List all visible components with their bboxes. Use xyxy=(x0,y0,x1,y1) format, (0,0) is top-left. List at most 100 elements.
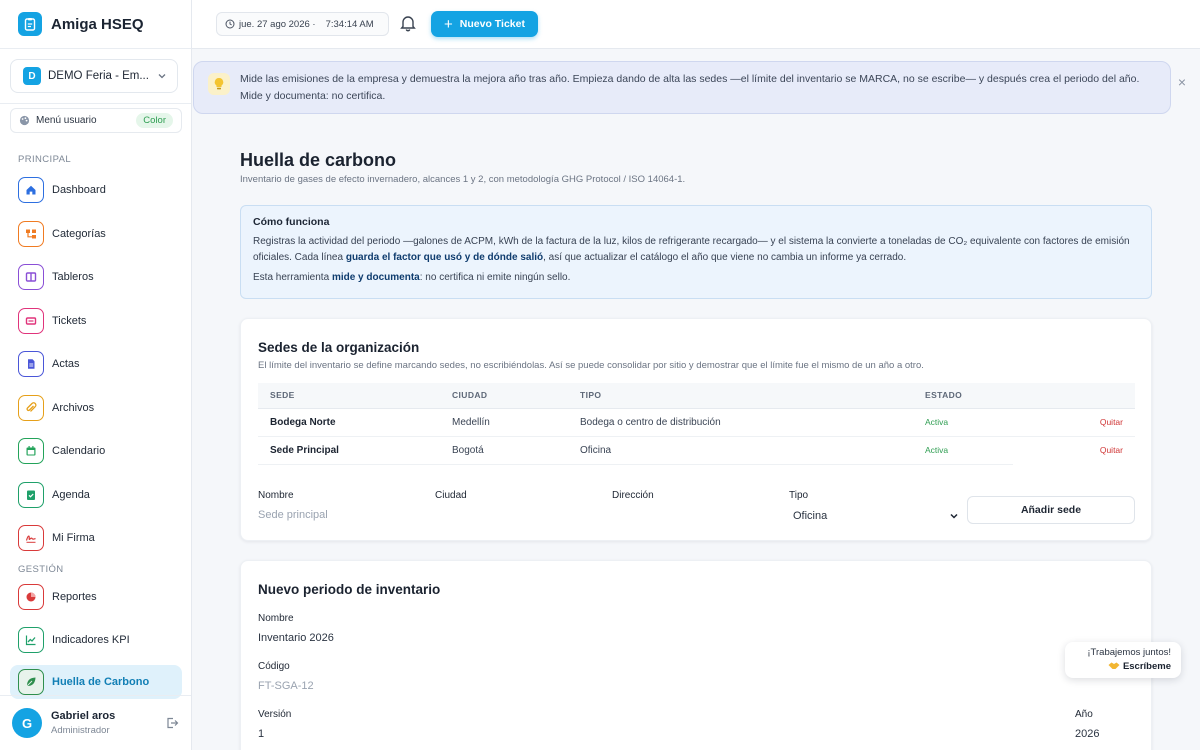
sede-tipo: Oficina xyxy=(568,436,913,465)
user-name: Gabriel aros xyxy=(51,710,116,722)
periodo-nombre-input[interactable]: Inventario 2026 xyxy=(258,632,334,644)
codigo-input[interactable]: FT-SGA-12 xyxy=(258,680,314,692)
sidebar: Amiga HSEQ D DEMO Feria - Em... Menú usu… xyxy=(0,0,192,750)
sidebar-item-actas[interactable]: Actas xyxy=(10,346,182,382)
topbar: jue. 27 ago 2026 · 7:34:14 AM + Nuevo Ti… xyxy=(192,0,1200,49)
page-title: Huella de carbono xyxy=(240,150,397,170)
avatar[interactable]: G xyxy=(12,708,42,738)
sede-ciudad: Bogotá xyxy=(440,436,568,465)
ciudad-input[interactable] xyxy=(435,506,595,524)
section-principal: PRINCIPAL xyxy=(18,154,72,165)
sidebar-item-categorias[interactable]: Categorías xyxy=(10,216,182,252)
sidebar-item-reportes[interactable]: Reportes xyxy=(10,579,182,615)
line-chart-icon xyxy=(18,627,44,653)
user-role: Administrador xyxy=(51,725,110,736)
anio-input[interactable]: 2026 xyxy=(1075,728,1099,740)
sidebar-item-label: Calendario xyxy=(52,445,106,457)
anio-label: Año xyxy=(1075,709,1093,720)
sidebar-item-label: Categorías xyxy=(52,228,106,240)
sidebar-item-mi-firma[interactable]: Mi Firma xyxy=(10,520,182,556)
org-name: DEMO Feria - Em... xyxy=(48,70,149,82)
chevron-down-icon xyxy=(157,71,167,81)
leaf-icon xyxy=(18,669,44,695)
tipo-label: Tipo xyxy=(789,490,809,501)
sidebar-item-tableros[interactable]: Tableros xyxy=(10,259,182,295)
direccion-input[interactable] xyxy=(612,506,772,524)
new-ticket-button[interactable]: + Nuevo Ticket xyxy=(431,11,538,37)
document-icon xyxy=(18,351,44,377)
lightbulb-icon xyxy=(208,73,230,95)
tipo-select-value: Oficina xyxy=(793,510,828,522)
chat-widget[interactable]: ¡Trabajemos juntos! Escríbeme xyxy=(1065,642,1181,678)
organization-selector[interactable]: D DEMO Feria - Em... xyxy=(10,59,178,93)
text-segment: , así que actualizar el catálogo el año … xyxy=(543,251,907,263)
column-header-estado: ESTADO xyxy=(913,383,1013,409)
periodo-nombre-label: Nombre xyxy=(258,613,294,624)
org-badge: D xyxy=(23,67,41,85)
home-icon xyxy=(18,177,44,203)
sede-ciudad: Medellín xyxy=(440,408,568,437)
column-header-actions xyxy=(1013,383,1135,409)
table-header-row: SEDE CIUDAD TIPO ESTADO xyxy=(258,383,1135,409)
signature-icon xyxy=(18,525,44,551)
status-badge: Activa xyxy=(913,408,1013,437)
new-ticket-label: Nuevo Ticket xyxy=(459,18,525,30)
sede-name: Bodega Norte xyxy=(258,408,440,437)
text-emphasis: guarda el factor que usó y de dónde sali… xyxy=(345,251,544,263)
version-input[interactable]: 1 xyxy=(258,728,264,740)
text-emphasis: mide y documenta xyxy=(331,272,420,283)
remove-sede-button[interactable]: Quitar xyxy=(1013,436,1135,464)
how-it-works-paragraph: Registras la actividad del periodo —galo… xyxy=(253,234,1139,265)
sidebar-item-label: Huella de Carbono xyxy=(52,676,150,688)
how-it-works-title: Cómo funciona xyxy=(253,216,330,228)
sidebar-item-archivos[interactable]: Archivos xyxy=(10,390,182,426)
text-segment: : no certifica ni emite ningún sello. xyxy=(419,272,571,283)
add-sede-button[interactable]: Añadir sede xyxy=(967,496,1135,524)
brand-name: Amiga HSEQ xyxy=(51,15,144,33)
user-menu-button[interactable]: Menú usuario Color xyxy=(10,108,182,133)
sede-name: Sede Principal xyxy=(258,436,440,465)
brand[interactable]: Amiga HSEQ xyxy=(0,0,191,49)
sidebar-item-agenda[interactable]: Agenda xyxy=(10,477,182,513)
nombre-label: Nombre xyxy=(258,490,294,501)
color-badge[interactable]: Color xyxy=(136,113,173,128)
sidebar-item-dashboard[interactable]: Dashboard xyxy=(10,172,182,208)
sidebar-item-label: Reportes xyxy=(52,591,97,603)
tipo-select[interactable]: Oficina xyxy=(789,507,959,525)
sidebar-item-label: Dashboard xyxy=(52,184,106,196)
sidebar-item-label: Mi Firma xyxy=(52,532,95,544)
column-header-tipo: TIPO xyxy=(568,383,913,409)
column-header-sede: SEDE xyxy=(258,383,440,409)
column-header-ciudad: CIUDAD xyxy=(440,383,568,409)
table-row: Sede Principal Bogotá Oficina Activa Qui… xyxy=(258,436,1135,465)
table-row: Bodega Norte Medellín Bodega o centro de… xyxy=(258,408,1135,437)
chat-greeting: ¡Trabajemos juntos! xyxy=(1087,647,1171,658)
sede-tipo: Bodega o centro de distribución xyxy=(568,408,913,437)
paperclip-icon xyxy=(18,395,44,421)
sidebar-item-huella-de-carbono[interactable]: Huella de Carbono xyxy=(10,665,182,699)
sedes-subtitle: El límite del inventario se define marca… xyxy=(258,360,924,371)
palette-icon xyxy=(19,115,30,126)
info-banner: Mide las emisiones de la empresa y demue… xyxy=(193,61,1186,114)
sidebar-item-indicadores-kpi[interactable]: Indicadores KPI xyxy=(10,622,182,658)
chevron-down-icon xyxy=(949,511,959,521)
how-it-works-box: Cómo funciona Registras la actividad del… xyxy=(240,205,1152,299)
time-text: 7:34:14 AM xyxy=(325,18,374,30)
pie-chart-icon xyxy=(18,584,44,610)
sidebar-item-tickets[interactable]: Tickets xyxy=(10,303,182,339)
direccion-label: Dirección xyxy=(612,490,654,501)
nombre-input[interactable]: Sede principal xyxy=(258,509,328,521)
close-icon[interactable]: × xyxy=(1178,74,1186,90)
logout-icon[interactable] xyxy=(165,716,179,730)
columns-icon xyxy=(18,264,44,290)
sidebar-item-calendario[interactable]: Calendario xyxy=(10,433,182,469)
plus-icon: + xyxy=(444,15,453,33)
clock-icon xyxy=(225,19,235,29)
remove-sede-button[interactable]: Quitar xyxy=(1013,408,1135,437)
sitemap-icon xyxy=(18,221,44,247)
sidebar-item-label: Tickets xyxy=(52,315,87,327)
periodo-title: Nuevo periodo de inventario xyxy=(258,582,441,597)
sidebar-item-label: Tableros xyxy=(52,271,94,283)
section-gestion: GESTIÓN xyxy=(18,564,64,575)
bell-icon[interactable] xyxy=(400,14,416,32)
